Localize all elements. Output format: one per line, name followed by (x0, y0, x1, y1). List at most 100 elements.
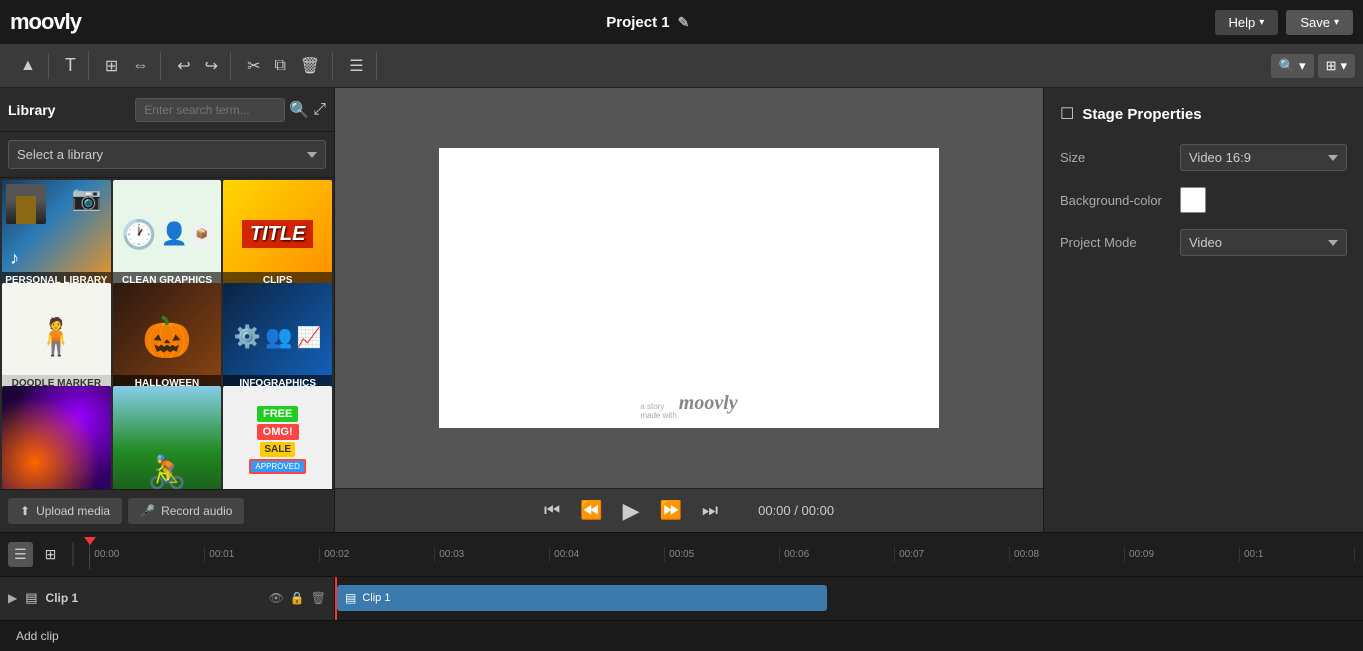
timeline-divider (72, 542, 74, 566)
grid-view-icon: ⊞ (1326, 58, 1337, 74)
top-bar: moovly Project 1 ✎ Help ▾ Save ▾ (0, 0, 1363, 44)
play-button[interactable]: ▶ (623, 498, 640, 524)
tool-edit-group: ✂ ⧉ 🗑 (235, 52, 333, 80)
panel-collapse-button[interactable]: ☐ (1060, 104, 1074, 124)
lib-item-clips[interactable]: TITLE CLIPS (223, 180, 332, 289)
skip-back-button[interactable]: ⏮ (544, 500, 560, 521)
lib-item-halloween[interactable]: 🎃 HALLOWEEN (113, 283, 222, 392)
clip-track-icon: ▤ (25, 590, 37, 606)
library-select[interactable]: Select a library Personal Library Clean … (8, 140, 326, 169)
time-mark-3: 00:03 (435, 547, 550, 562)
timeline-ruler-top: 00:00 00:01 00:02 00:03 00:04 00:05 00:0… (84, 533, 1355, 576)
library-select-row: Select a library Personal Library Clean … (0, 132, 334, 178)
clip-block-icon: ▤ (345, 591, 356, 605)
time-marks-row: 00:00 00:01 00:02 00:03 00:04 00:05 00:0… (84, 533, 1355, 576)
timeline-clip-row: ▶ ▤ Clip 1 👁 🔒 🗑 ▤ Clip 1 (0, 577, 1363, 621)
library-search-area: 🔍 ⤢ (135, 98, 326, 122)
bgcolor-swatch[interactable] (1180, 187, 1206, 213)
fast-forward-button[interactable]: ⏩ (659, 500, 681, 521)
canvas-watermark: a storymade with moovly (640, 392, 737, 420)
panel-title: Stage Properties (1082, 106, 1201, 123)
watermark-a-story: a storymade with (640, 402, 676, 420)
mode-select[interactable]: Video GIF HTML5 (1180, 229, 1347, 256)
time-marks: 00:00 00:01 00:02 00:03 00:04 00:05 00:0… (90, 547, 1355, 562)
tool-more-group: ☰ (337, 52, 376, 80)
save-button[interactable]: Save ▾ (1286, 10, 1353, 35)
time-mark-2: 00:02 (320, 547, 435, 562)
view-dropdown-arrow: ▾ (1340, 58, 1347, 74)
more-tool[interactable]: ☰ (343, 52, 369, 80)
rewind-button[interactable]: ⏪ (580, 500, 602, 521)
time-mark-6: 00:06 (780, 547, 895, 562)
tool-history-group: ↩ ↪ (165, 52, 231, 80)
timeline-list-view-button[interactable]: ☰ (8, 542, 33, 567)
time-mark-9: 00:09 (1125, 547, 1240, 562)
cut-button[interactable]: ✂ (241, 52, 266, 80)
help-dropdown-arrow: ▾ (1259, 17, 1264, 28)
help-button[interactable]: Help ▾ (1215, 10, 1279, 35)
expand-panel-button[interactable]: ⤢ (313, 101, 326, 119)
delete-button[interactable]: 🗑 (294, 52, 326, 80)
content-row: Library 🔍 ⤢ Select a library Personal Li… (0, 88, 1363, 532)
search-input[interactable] (135, 98, 285, 122)
search-submit-button[interactable]: 🔍 (289, 100, 309, 120)
tool-text-group: T (53, 51, 89, 80)
clip-timeline-track: ▤ Clip 1 (335, 577, 1363, 621)
redo-button[interactable]: ↪ (199, 52, 224, 80)
toolbar-right: 🔍 ▾ ⊞ ▾ (1271, 54, 1355, 78)
total-time: 00:00 (802, 503, 835, 518)
library-grid: 📷 ♪ PERSONAL LIBRARY 🕐 👤 📦 CLEAN GRAPHIC… (0, 178, 334, 489)
transport-bar: ⏮ ⏪ ▶ ⏩ ⏭ 00:00 / 00:00 (335, 488, 1043, 532)
project-title-area: Project 1 ✎ (606, 14, 689, 31)
stage-area: a storymade with moovly (335, 88, 1043, 488)
playhead-triangle (84, 537, 96, 545)
search-icon: 🔍 (1279, 58, 1295, 74)
clip-track-name: Clip 1 (46, 591, 79, 605)
undo-button[interactable]: ↩ (171, 52, 196, 80)
text-tool[interactable]: T (59, 51, 82, 80)
clip-visibility-button[interactable]: 👁 (269, 591, 284, 605)
library-header: Library 🔍 ⤢ (0, 88, 334, 132)
left-bottom-bar: ⬆ Upload media 🎤 Record audio (0, 489, 334, 532)
clip-delete-button[interactable]: 🗑 (311, 591, 326, 605)
transport-time: 00:00 / 00:00 (758, 503, 834, 518)
bgcolor-label: Background-color (1060, 193, 1180, 208)
lib-item-7[interactable] (2, 386, 111, 489)
size-property-row: Size Video 16:9 Video 4:3 Square 1:1 (1060, 144, 1347, 171)
clip-expand-button[interactable]: ▶ (8, 591, 17, 605)
save-dropdown-arrow: ▾ (1334, 17, 1339, 28)
lib-item-infographics[interactable]: ⚙️ 👥 📈 INFOGRAPHICS (223, 283, 332, 392)
lib-item-doodle[interactable]: 🧍 DOODLE MARKER (2, 283, 111, 392)
clip-lock-button[interactable]: 🔒 (290, 591, 305, 605)
top-bar-right: Help ▾ Save ▾ (1215, 10, 1353, 35)
time-mark-8: 00:08 (1010, 547, 1125, 562)
skip-forward-button[interactable]: ⏭ (702, 500, 718, 521)
panel-header: ☐ Stage Properties (1060, 104, 1347, 124)
bottom-area: ☰ ⊞ 00:00 00:01 00:02 00:03 00:04 (0, 532, 1363, 620)
copy-button[interactable]: ⧉ (268, 53, 291, 79)
center-wrap: a storymade with moovly ⏮ ⏪ ▶ ⏩ ⏭ 00:00 … (335, 88, 1043, 532)
distribute-tool[interactable]: ⇔ (126, 53, 154, 79)
lib-item-clean[interactable]: 🕐 👤 📦 CLEAN GRAPHICS (113, 180, 222, 289)
align-tool[interactable]: ⊞ (99, 52, 124, 80)
tool-select-group: ▲ (8, 53, 49, 79)
search-dropdown-arrow: ▾ (1299, 58, 1306, 74)
current-time: 00:00 (758, 503, 791, 518)
logo: moovly (10, 9, 81, 35)
bgcolor-property-row: Background-color (1060, 187, 1347, 213)
time-mark-10: 00:1 (1240, 547, 1355, 562)
size-select[interactable]: Video 16:9 Video 4:3 Square 1:1 (1180, 144, 1347, 171)
watermark-logo: moovly (679, 392, 738, 415)
lib-item-8[interactable]: 🚴 (113, 386, 222, 489)
select-tool[interactable]: ▲ (14, 53, 42, 79)
add-clip-button[interactable]: Add clip (8, 625, 67, 647)
lib-item-personal[interactable]: 📷 ♪ PERSONAL LIBRARY (2, 180, 111, 289)
timeline-grid-view-button[interactable]: ⊞ (39, 542, 63, 567)
upload-media-button[interactable]: ⬆ Upload media (8, 498, 122, 524)
record-audio-button[interactable]: 🎤 Record audio (128, 498, 244, 524)
clip-block[interactable]: ▤ Clip 1 (337, 585, 827, 611)
edit-project-title-icon[interactable]: ✎ (678, 14, 690, 31)
search-btn[interactable]: 🔍 ▾ (1271, 54, 1314, 78)
view-btn[interactable]: ⊞ ▾ (1318, 54, 1355, 78)
lib-item-9[interactable]: FREE OMG! SALE APPROVED (223, 386, 332, 489)
